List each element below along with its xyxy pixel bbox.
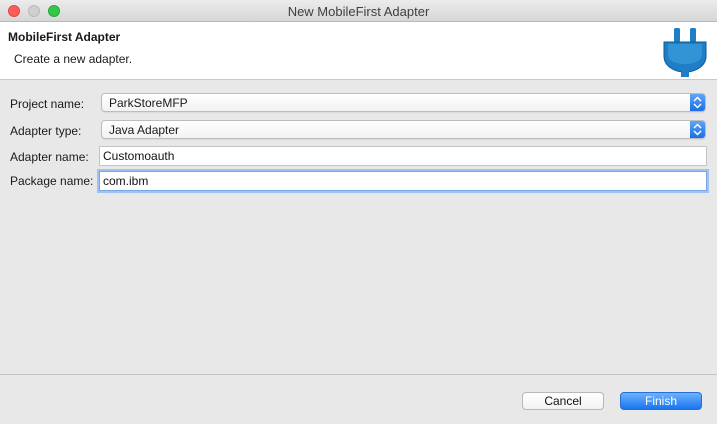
adapter-name-label: Adapter name:: [10, 150, 89, 164]
project-name-select[interactable]: ParkStoreMFP: [101, 93, 706, 112]
plug-icon: [663, 28, 707, 77]
adapter-name-field[interactable]: [99, 146, 707, 166]
cancel-button[interactable]: Cancel: [522, 392, 604, 410]
window-title: New MobileFirst Adapter: [287, 4, 430, 19]
select-arrows-icon: [690, 121, 705, 138]
package-name-label: Package name:: [10, 174, 94, 188]
project-name-label: Project name:: [10, 97, 85, 111]
package-name-field[interactable]: [99, 171, 707, 191]
wizard-header: MobileFirst Adapter Create a new adapter…: [0, 22, 717, 80]
finish-button[interactable]: Finish: [620, 392, 702, 410]
wizard-title: MobileFirst Adapter: [8, 30, 121, 44]
adapter-type-select[interactable]: Java Adapter: [101, 120, 706, 139]
select-arrows-icon: [690, 94, 705, 111]
title-bar: New MobileFirst Adapter: [0, 0, 717, 22]
wizard-description: Create a new adapter.: [14, 52, 133, 66]
project-name-value: ParkStoreMFP: [109, 96, 188, 110]
adapter-type-value: Java Adapter: [109, 123, 180, 137]
footer-divider: [0, 374, 717, 375]
adapter-type-label: Adapter type:: [10, 124, 82, 138]
